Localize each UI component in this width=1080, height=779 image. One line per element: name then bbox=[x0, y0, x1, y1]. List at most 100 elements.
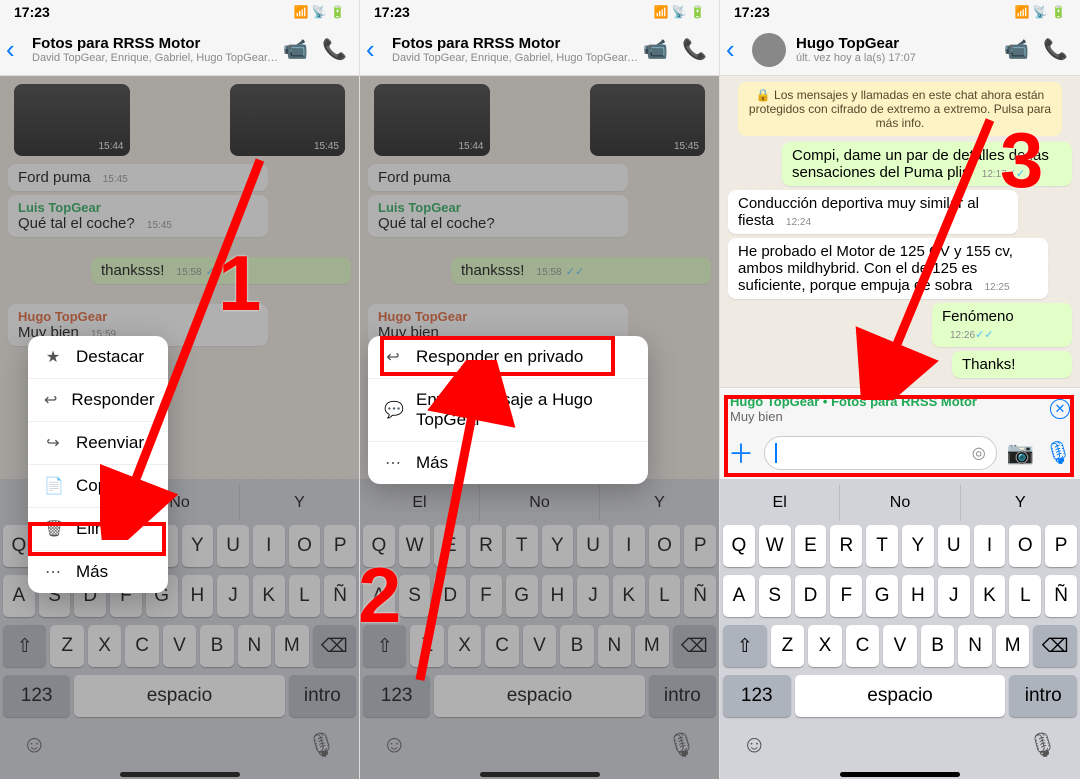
key-ñ[interactable]: Ñ bbox=[1045, 575, 1077, 617]
sticker-icon[interactable]: ◎ bbox=[972, 443, 986, 463]
key-c[interactable]: C bbox=[846, 625, 880, 667]
key-f[interactable]: F bbox=[830, 575, 862, 617]
suggestion[interactable]: No bbox=[840, 485, 960, 521]
close-reply-icon[interactable]: ✕ bbox=[1050, 399, 1070, 419]
key-space[interactable]: espacio bbox=[74, 675, 284, 717]
message-out[interactable]: thanksss! 15:58 ✓✓ bbox=[451, 257, 711, 284]
key-e[interactable]: E bbox=[795, 525, 827, 567]
key-j[interactable]: J bbox=[217, 575, 249, 617]
key-j[interactable]: J bbox=[577, 575, 609, 617]
key-n[interactable]: N bbox=[598, 625, 631, 667]
message-in[interactable]: Ford puma bbox=[368, 164, 628, 191]
key-intro[interactable]: intro bbox=[289, 675, 356, 717]
image-thumb[interactable]: 15:44 bbox=[374, 84, 490, 156]
back-icon[interactable]: ‹ bbox=[726, 34, 748, 65]
key-ñ[interactable]: Ñ bbox=[684, 575, 716, 617]
suggestion[interactable]: El bbox=[720, 485, 840, 521]
mic-icon[interactable]: 🎙 bbox=[1028, 731, 1058, 760]
key-l[interactable]: L bbox=[1009, 575, 1041, 617]
key-o[interactable]: O bbox=[1009, 525, 1041, 567]
key-z[interactable]: Z bbox=[771, 625, 805, 667]
key-o[interactable]: O bbox=[289, 525, 321, 567]
voice-call-icon[interactable]: 📞 bbox=[1043, 37, 1068, 62]
key-s[interactable]: S bbox=[759, 575, 791, 617]
video-call-icon[interactable]: 📹 bbox=[643, 37, 668, 62]
key-n[interactable]: N bbox=[238, 625, 271, 667]
key-j[interactable]: J bbox=[938, 575, 970, 617]
key-g[interactable]: G bbox=[866, 575, 898, 617]
key-o[interactable]: O bbox=[649, 525, 681, 567]
back-icon[interactable]: ‹ bbox=[6, 34, 28, 65]
key-h[interactable]: H bbox=[902, 575, 934, 617]
suggestion[interactable]: Y bbox=[600, 485, 719, 521]
emoji-icon[interactable]: ☺ bbox=[22, 731, 47, 760]
key-v[interactable]: V bbox=[163, 625, 196, 667]
avatar[interactable] bbox=[752, 33, 786, 67]
key-k[interactable]: K bbox=[253, 575, 285, 617]
key-123[interactable]: 123 bbox=[723, 675, 791, 717]
key-p[interactable]: P bbox=[684, 525, 716, 567]
key-k[interactable]: K bbox=[613, 575, 645, 617]
key-u[interactable]: U bbox=[577, 525, 609, 567]
key-intro[interactable]: intro bbox=[1009, 675, 1077, 717]
key-y[interactable]: Y bbox=[542, 525, 574, 567]
image-thumb[interactable]: 15:45 bbox=[590, 84, 706, 156]
key-b[interactable]: B bbox=[200, 625, 233, 667]
key-p[interactable]: P bbox=[1045, 525, 1077, 567]
key-c[interactable]: C bbox=[125, 625, 158, 667]
mic-icon[interactable]: 🎙 bbox=[667, 731, 697, 760]
key-n[interactable]: N bbox=[958, 625, 992, 667]
message-in[interactable]: Luis TopGear Qué tal el coche? bbox=[368, 195, 628, 237]
key-h[interactable]: H bbox=[542, 575, 574, 617]
key-u[interactable]: U bbox=[938, 525, 970, 567]
key-z[interactable]: Z bbox=[50, 625, 83, 667]
suggestion[interactable]: Y bbox=[961, 485, 1080, 521]
key-intro[interactable]: intro bbox=[649, 675, 716, 717]
key-123[interactable]: 123 bbox=[3, 675, 70, 717]
video-call-icon[interactable]: 📹 bbox=[283, 37, 308, 62]
mic-icon[interactable]: 🎙 bbox=[1044, 440, 1072, 466]
key-space[interactable]: espacio bbox=[795, 675, 1006, 717]
key-backspace[interactable]: ⌫ bbox=[673, 625, 716, 667]
key-b[interactable]: B bbox=[921, 625, 955, 667]
key-t[interactable]: T bbox=[866, 525, 898, 567]
key-backspace[interactable]: ⌫ bbox=[1033, 625, 1077, 667]
key-backspace[interactable]: ⌫ bbox=[313, 625, 356, 667]
key-p[interactable]: P bbox=[324, 525, 356, 567]
chat-title[interactable]: Fotos para RRSS Motor bbox=[32, 35, 279, 52]
image-thumb[interactable]: 15:45 bbox=[230, 84, 346, 156]
key-shift[interactable]: ⇧ bbox=[3, 625, 46, 667]
key-q[interactable]: Q bbox=[723, 525, 755, 567]
emoji-icon[interactable]: ☺ bbox=[382, 731, 407, 760]
key-l[interactable]: L bbox=[289, 575, 321, 617]
key-h[interactable]: H bbox=[182, 575, 214, 617]
mic-icon[interactable]: 🎙 bbox=[307, 731, 337, 760]
camera-icon[interactable]: 📷 bbox=[1007, 440, 1034, 466]
key-m[interactable]: M bbox=[996, 625, 1030, 667]
key-d[interactable]: D bbox=[795, 575, 827, 617]
key-l[interactable]: L bbox=[649, 575, 681, 617]
key-i[interactable]: I bbox=[613, 525, 645, 567]
key-r[interactable]: R bbox=[830, 525, 862, 567]
key-y[interactable]: Y bbox=[902, 525, 934, 567]
key-w[interactable]: W bbox=[759, 525, 791, 567]
key-b[interactable]: B bbox=[560, 625, 593, 667]
voice-call-icon[interactable]: 📞 bbox=[682, 37, 707, 62]
back-icon[interactable]: ‹ bbox=[366, 34, 388, 65]
menu-mas[interactable]: ⋯Más bbox=[28, 551, 168, 593]
key-k[interactable]: K bbox=[974, 575, 1006, 617]
key-v[interactable]: V bbox=[883, 625, 917, 667]
key-m[interactable]: M bbox=[275, 625, 308, 667]
image-thumb[interactable]: 15:44 bbox=[14, 84, 130, 156]
key-shift[interactable]: ⇧ bbox=[723, 625, 767, 667]
emoji-icon[interactable]: ☺ bbox=[742, 731, 767, 760]
message-input[interactable]: ◎ bbox=[764, 436, 997, 470]
key-v[interactable]: V bbox=[523, 625, 556, 667]
chat-title[interactable]: Hugo TopGear bbox=[796, 35, 1000, 52]
key-m[interactable]: M bbox=[635, 625, 668, 667]
chat-title[interactable]: Fotos para RRSS Motor bbox=[392, 35, 639, 52]
attach-icon[interactable]: ＋ bbox=[728, 434, 754, 471]
key-x[interactable]: X bbox=[88, 625, 121, 667]
key-x[interactable]: X bbox=[808, 625, 842, 667]
key-a[interactable]: A bbox=[723, 575, 755, 617]
